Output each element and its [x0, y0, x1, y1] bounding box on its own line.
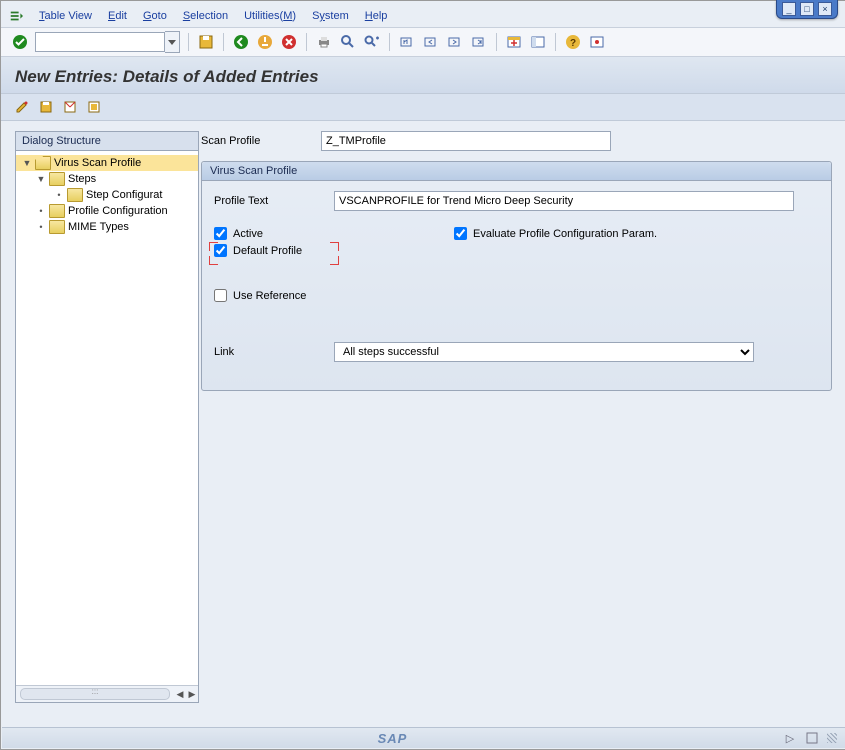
tree-node-steps[interactable]: ▼Steps	[16, 171, 198, 187]
command-dropdown-icon[interactable]	[165, 31, 180, 53]
page-title: New Entries: Details of Added Entries	[15, 67, 319, 86]
tree-scrollbar: ◀ ▶	[16, 685, 198, 702]
last-record-icon[interactable]	[470, 33, 488, 51]
content-area: Dialog Structure ▼Virus Scan Profile ▼St…	[1, 121, 845, 727]
link-label: Link	[214, 346, 322, 358]
new-session-icon[interactable]	[505, 33, 523, 51]
separator	[496, 33, 497, 51]
next-record-icon[interactable]	[446, 33, 464, 51]
tree-horizontal-scrollbar[interactable]	[20, 688, 170, 700]
select-all-icon[interactable]	[61, 98, 79, 116]
menu-table-view[interactable]: Table View	[39, 10, 92, 22]
menu-bar: Table View Edit Goto Selection Utilities…	[1, 1, 845, 27]
scan-profile-input[interactable]	[321, 131, 611, 151]
menu-help[interactable]: Help	[365, 10, 388, 22]
application-toolbar	[1, 93, 845, 121]
menu-selection[interactable]: Selection	[183, 10, 228, 22]
change-icon[interactable]	[13, 98, 31, 116]
evaluate-param-checkbox[interactable]	[454, 227, 467, 240]
virus-scan-profile-group: Virus Scan Profile Profile Text Active	[201, 161, 832, 391]
active-checkbox[interactable]	[214, 227, 227, 240]
save-icon[interactable]	[197, 33, 215, 51]
profile-text-label: Profile Text	[214, 195, 322, 207]
deselect-icon[interactable]	[85, 98, 103, 116]
menu-indicator-icon[interactable]	[9, 9, 23, 23]
command-field	[35, 31, 180, 53]
active-label: Active	[233, 228, 263, 240]
svg-text:?: ?	[570, 38, 576, 49]
detail-panel: Scan Profile Virus Scan Profile Profile …	[201, 131, 832, 713]
window-minimize-button[interactable]: _	[782, 2, 796, 16]
prev-record-icon[interactable]	[422, 33, 440, 51]
default-profile-label: Default Profile	[233, 245, 302, 257]
separator	[389, 33, 390, 51]
tree-node-mime-types[interactable]: •MIME Types	[16, 219, 198, 235]
find-next-icon[interactable]	[363, 33, 381, 51]
menu-utilities[interactable]: Utilities(M)	[244, 10, 296, 22]
menu-edit[interactable]: Edit	[108, 10, 127, 22]
use-reference-checkbox[interactable]	[214, 289, 227, 302]
separator	[555, 33, 556, 51]
ok-icon[interactable]	[11, 33, 29, 51]
profile-text-input[interactable]	[334, 191, 794, 211]
cancel-icon[interactable]	[280, 33, 298, 51]
separator	[188, 33, 189, 51]
sap-logo: SAP	[10, 731, 775, 746]
scan-profile-label: Scan Profile	[201, 135, 309, 147]
standard-toolbar: ?	[1, 27, 845, 57]
link-select[interactable]: All steps successful	[334, 342, 754, 362]
group-header: Virus Scan Profile	[202, 162, 831, 181]
dialog-structure-tree: Dialog Structure ▼Virus Scan Profile ▼St…	[15, 131, 199, 703]
settings-icon[interactable]	[588, 33, 606, 51]
window-close-button[interactable]: ×	[818, 2, 832, 16]
print-icon[interactable]	[315, 33, 333, 51]
window-controls: _ □ ×	[776, 0, 838, 19]
tree-body: ▼Virus Scan Profile ▼Steps •Step Configu…	[16, 151, 198, 685]
save-small-icon[interactable]	[37, 98, 55, 116]
separator	[223, 33, 224, 51]
resize-grip-icon[interactable]	[827, 733, 837, 743]
tree-header: Dialog Structure	[16, 132, 198, 151]
first-record-icon[interactable]	[398, 33, 416, 51]
layout-icon[interactable]	[529, 33, 547, 51]
exit-icon[interactable]	[256, 33, 274, 51]
help-icon[interactable]: ?	[564, 33, 582, 51]
required-marker-icon	[209, 256, 218, 265]
tree-scroll-right-icon[interactable]: ▶	[186, 688, 198, 700]
command-input[interactable]	[35, 32, 165, 52]
tree-node-virus-scan-profile[interactable]: ▼Virus Scan Profile	[16, 155, 198, 171]
menu-goto[interactable]: Goto	[143, 10, 167, 22]
tree-node-step-configurat[interactable]: •Step Configurat	[16, 187, 198, 203]
window-maximize-button[interactable]: □	[800, 2, 814, 16]
status-nav-icon[interactable]: ▷	[783, 731, 797, 745]
required-marker-icon	[330, 256, 339, 265]
separator	[306, 33, 307, 51]
required-marker-icon	[209, 242, 218, 251]
menu-system[interactable]: System	[312, 10, 349, 22]
status-bar: SAP ▷	[2, 727, 845, 748]
tree-scroll-left-icon[interactable]: ◀	[174, 688, 186, 700]
find-icon[interactable]	[339, 33, 357, 51]
status-info-icon[interactable]	[805, 731, 819, 745]
tree-node-profile-configuration[interactable]: •Profile Configuration	[16, 203, 198, 219]
evaluate-param-label: Evaluate Profile Configuration Param.	[473, 228, 657, 240]
page-title-bar: New Entries: Details of Added Entries	[1, 57, 845, 93]
required-marker-icon	[330, 242, 339, 251]
use-reference-label: Use Reference	[233, 290, 306, 302]
back-icon[interactable]	[232, 33, 250, 51]
